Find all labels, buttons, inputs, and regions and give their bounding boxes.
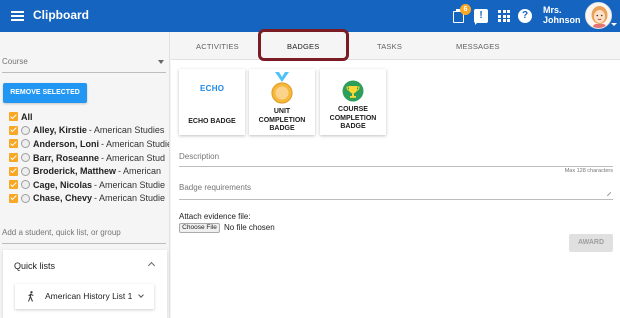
badge-label-line: COURSE — [338, 106, 368, 113]
echo-logo-icon: ECHO — [200, 84, 224, 92]
tab-tasks[interactable]: TASKS — [377, 42, 402, 51]
student-name: Chase, Chevy — [33, 193, 93, 204]
student-course: - American Studie — [94, 193, 166, 204]
max-characters-hint: Max 128 characters — [564, 168, 613, 174]
tab-messages[interactable]: MESSAGES — [456, 42, 500, 51]
medal-icon — [271, 72, 293, 104]
help-icon[interactable]: ? — [518, 9, 532, 23]
svg-text:ECHO: ECHO — [200, 84, 224, 92]
student-course: - American Stud — [101, 152, 166, 163]
checkbox-icon[interactable] — [9, 112, 18, 122]
checkbox-icon[interactable] — [9, 139, 18, 149]
walking-person-icon — [28, 291, 34, 302]
account-dropdown-icon[interactable] — [611, 23, 617, 26]
checkbox-icon[interactable] — [9, 153, 18, 163]
resize-handle-icon[interactable] — [606, 191, 615, 200]
menu-icon[interactable] — [11, 11, 24, 21]
badge-requirements-label: Badge requirements — [179, 183, 252, 192]
notification-count-badge: 6 — [460, 4, 471, 15]
badge-label-line: COMPLETION — [258, 116, 306, 124]
badge-label: COURSE COMPLETION BADGE — [320, 106, 386, 132]
student-row[interactable]: Broderick, Matthew - American — [9, 164, 169, 178]
student-list: All Alley, Kirstie - American Studies An… — [9, 110, 169, 205]
description-label: Description — [179, 152, 220, 161]
student-row[interactable]: Barr, Roseanne - American Stud — [9, 151, 169, 165]
award-button[interactable]: AWARD — [569, 234, 613, 252]
student-row[interactable]: Alley, Kirstie - American Studies — [9, 124, 169, 138]
student-course: - American — [118, 166, 162, 177]
chevron-down-icon — [158, 60, 164, 64]
user-name[interactable]: Mrs. Johnson — [543, 5, 581, 25]
tab-activities[interactable]: ACTIVITIES — [196, 42, 239, 51]
student-row[interactable]: Chase, Chevy - American Studie — [9, 192, 169, 206]
badge-label-line: BADGE — [269, 125, 295, 132]
checkbox-icon[interactable] — [9, 125, 18, 135]
student-name: Broderick, Matthew — [33, 166, 117, 177]
badge-label: ECHO BADGE — [188, 118, 236, 125]
choose-file-button[interactable]: Choose File — [179, 223, 220, 233]
user-name-line1: Mrs. — [543, 5, 562, 15]
select-all-row[interactable]: All — [9, 110, 169, 124]
remove-selected-button[interactable]: REMOVE SELECTED — [3, 83, 87, 103]
main-panel: ACTIVITIES BADGES TASKS MESSAGES ECHO EC… — [171, 29, 620, 318]
sidebar: Course REMOVE SELECTED All Alley, Kirsti… — [0, 32, 170, 318]
student-name: Anderson, Loni — [33, 138, 99, 149]
apps-grid-icon[interactable] — [497, 9, 511, 23]
checkbox-icon[interactable] — [9, 166, 18, 176]
person-icon — [21, 125, 30, 135]
person-icon — [21, 166, 30, 176]
trophy-icon — [342, 80, 364, 102]
badge-label: UNIT COMPLETION BADGE — [249, 108, 315, 134]
person-icon — [21, 139, 30, 149]
quick-list-item[interactable]: American History List 1 — [15, 284, 154, 309]
badges-tab-highlight — [258, 29, 349, 61]
echo-badge-card[interactable]: ECHO ECHO BADGE — [179, 69, 245, 135]
student-course: - American Studie — [94, 179, 166, 190]
quick-lists-panel: Quick lists American History List 1 — [3, 250, 167, 318]
course-completion-badge-card[interactable]: COURSE COMPLETION BADGE — [320, 69, 386, 135]
checkbox-icon[interactable] — [9, 180, 18, 190]
course-select[interactable]: Course — [2, 55, 166, 73]
badge-requirements-input[interactable] — [179, 199, 613, 200]
chat-alert-icon[interactable]: ! — [474, 9, 488, 25]
tab-bar: ACTIVITIES BADGES TASKS MESSAGES — [171, 29, 620, 61]
student-row[interactable]: Anderson, Loni - American Studie — [9, 137, 169, 151]
user-avatar[interactable] — [585, 2, 612, 29]
badge-label-line: COMPLETION — [329, 114, 377, 122]
quick-list-label: American History List 1 — [45, 291, 133, 301]
select-all-label: All — [21, 111, 33, 122]
student-row[interactable]: Cage, Nicolas - American Studie — [9, 178, 169, 192]
student-course: - American Studie — [101, 138, 169, 149]
unit-completion-badge-card[interactable]: UNIT COMPLETION BADGE — [249, 69, 315, 135]
student-name: Alley, Kirstie — [33, 125, 87, 136]
person-icon — [21, 180, 30, 190]
student-course: - American Studies — [88, 125, 165, 136]
student-name: Cage, Nicolas — [33, 179, 93, 190]
top-app-bar: Clipboard 6 ! ? Mrs. Johnson — [0, 0, 620, 32]
quick-lists-title: Quick lists — [14, 261, 56, 271]
app-title: Clipboard — [33, 8, 89, 22]
checkbox-icon[interactable] — [9, 193, 18, 203]
badge-label-line: UNIT — [273, 108, 291, 115]
quick-add-input[interactable]: Add a student, quick list, or group — [2, 228, 166, 244]
user-name-line2: Johnson — [543, 15, 581, 25]
chevron-down-icon — [138, 292, 144, 298]
person-icon — [21, 193, 30, 203]
course-select-placeholder: Course — [2, 57, 28, 66]
chevron-up-icon[interactable] — [147, 261, 156, 270]
echo-logo-text: ECHO — [200, 84, 224, 92]
no-file-status: No file chosen — [224, 223, 275, 232]
badge-label-line: BADGE — [340, 123, 366, 130]
description-input[interactable] — [179, 166, 613, 167]
person-icon — [21, 153, 30, 163]
student-name: Barr, Roseanne — [33, 152, 100, 163]
attach-evidence-label: Attach evidence file: — [179, 212, 251, 221]
